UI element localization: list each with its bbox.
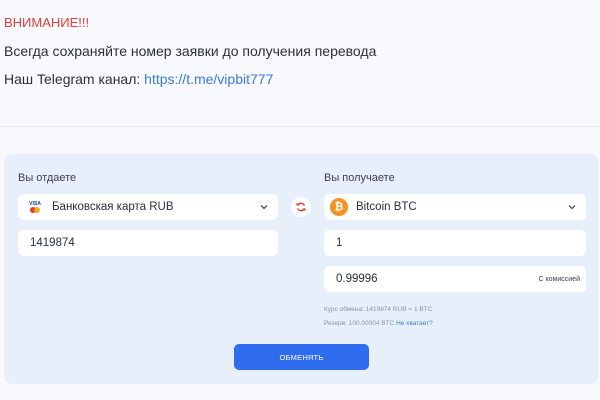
swap-icon xyxy=(295,202,307,212)
visa-mastercard-icon: VISA xyxy=(26,200,44,214)
exchange-panel: Вы отдаете Вы получаете VISA Банковская … xyxy=(4,154,598,384)
chevron-down-icon xyxy=(260,205,268,210)
telegram-link[interactable]: https://t.me/vipbit777 xyxy=(144,71,273,87)
get-currency-select[interactable]: ₿ Bitcoin BTC xyxy=(324,194,586,220)
give-amount-value: 1419874 xyxy=(30,237,75,249)
telegram-label: Наш Telegram канал: xyxy=(4,71,145,87)
give-label: Вы отдаете xyxy=(18,172,77,184)
give-currency-label: Банковская карта RUB xyxy=(52,201,174,213)
not-enough-link[interactable]: Не хватает? xyxy=(396,320,433,327)
get-amount-input[interactable]: 1 xyxy=(324,230,586,256)
give-amount-input[interactable]: 1419874 xyxy=(18,230,278,256)
get-currency-label: Bitcoin BTC xyxy=(356,201,417,213)
bitcoin-icon: ₿ xyxy=(330,198,348,216)
divider xyxy=(0,126,600,127)
chevron-down-icon xyxy=(568,205,576,210)
keep-order-notice: Всегда сохраняйте номер заявки до получе… xyxy=(4,43,377,59)
reserve-text: Резерв: 100.00004 BTC xyxy=(324,320,397,327)
get-label: Вы получаете xyxy=(324,172,395,184)
telegram-line: Наш Telegram канал: https://t.me/vipbit7… xyxy=(4,70,596,88)
swap-button[interactable] xyxy=(291,197,311,217)
warning-title: ВНИМАНИЕ!!! xyxy=(4,15,90,30)
exchange-rate-text: Курс обмена: 1419874 RUB = 1 BTC xyxy=(324,306,433,313)
get-with-commission-input[interactable]: 0.99996 С комиссией xyxy=(324,266,586,292)
reserve-line: Резерв: 100.00004 BTC Не хватает? xyxy=(324,320,433,327)
result-amount-value: 0.99996 xyxy=(336,273,378,285)
commission-label: С комиссией xyxy=(538,275,580,283)
give-currency-select[interactable]: VISA Банковская карта RUB xyxy=(18,194,278,220)
get-amount-value: 1 xyxy=(336,237,343,249)
notice-block: ВНИМАНИЕ!!! Всегда сохраняйте номер заяв… xyxy=(4,14,596,88)
exchange-button[interactable]: ОБМЕНЯТЬ xyxy=(234,344,369,370)
